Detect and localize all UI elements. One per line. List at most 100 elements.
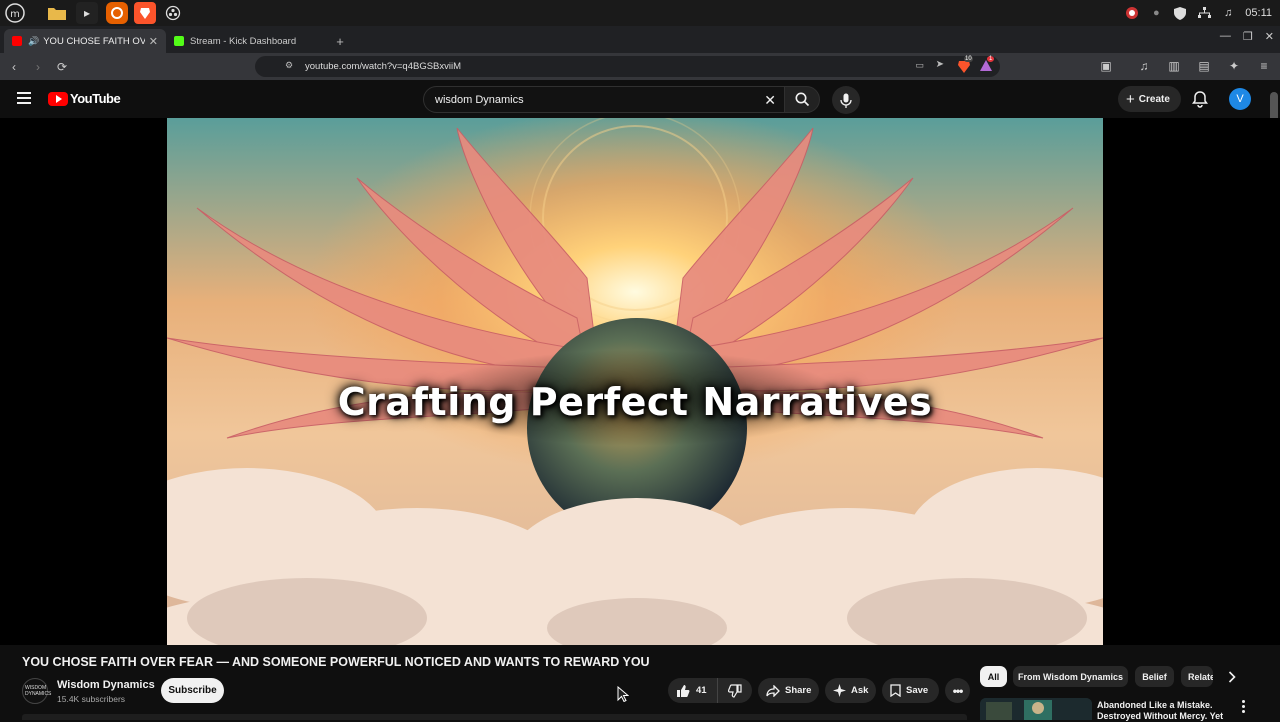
clock[interactable]: 05:11 <box>1245 7 1272 19</box>
toolbar-extensions: ▣ ♫ ▥ ▤ ✦ ≡ <box>1092 56 1274 76</box>
share-button[interactable]: Share <box>758 678 819 703</box>
more-actions-button[interactable]: ••• <box>945 678 970 703</box>
dislike-button[interactable] <box>718 678 752 703</box>
minimize-icon[interactable]: — <box>1220 30 1231 43</box>
like-count: 41 <box>696 685 707 696</box>
shield-tray-icon[interactable] <box>1173 6 1187 20</box>
more-horizontal-icon: ••• <box>952 683 964 698</box>
voice-search-button[interactable] <box>832 86 860 114</box>
linux-mint-menu-icon[interactable]: m <box>4 2 26 24</box>
thumbs-down-icon <box>728 683 742 698</box>
recommendation-menu-icon[interactable] <box>1238 700 1248 714</box>
browser-toolbar: ‹ › ⟳ ⚙ youtube.com/watch?v=q4BGSBxviiM … <box>0 53 1280 80</box>
create-button[interactable]: + Create <box>1118 86 1181 112</box>
search-button[interactable] <box>784 86 820 113</box>
brave-shield-icon[interactable]: 10 <box>956 56 973 74</box>
share-label: Share <box>785 685 812 696</box>
restore-icon[interactable]: ❐ <box>1243 30 1253 43</box>
account-avatar[interactable]: V <box>1229 88 1251 110</box>
youtube-play-logo-icon <box>48 91 68 106</box>
tab-title: Stream - Kick Dashboard <box>190 35 297 47</box>
microphone-icon <box>840 93 852 108</box>
svg-text:m: m <box>10 9 20 20</box>
chip-belief[interactable]: Belief <box>1135 666 1174 687</box>
channel-avatar[interactable]: WISDOM DYNAMICS <box>22 678 52 704</box>
cast-icon[interactable]: ▭ <box>915 60 924 71</box>
forward-icon[interactable]: › <box>28 57 48 77</box>
browser-menu-icon[interactable]: ≡ <box>1254 56 1274 76</box>
youtube-logo[interactable]: YouTube <box>48 91 121 106</box>
create-label: Create <box>1138 93 1170 105</box>
tab-title: YOU CHOSE FAITH OVER F <box>43 35 145 47</box>
url-text[interactable]: youtube.com/watch?v=q4BGSBxviiM <box>305 61 461 72</box>
send-icon[interactable]: ➤ <box>936 59 944 70</box>
brave-rewards-icon[interactable]: 1 <box>978 56 995 74</box>
thumbs-up-icon <box>677 684 690 697</box>
save-label: Save <box>906 685 929 696</box>
like-button[interactable]: 41 <box>668 678 718 703</box>
description-box-edge <box>22 714 967 720</box>
chip-from-channel[interactable]: From Wisdom Dynamics <box>1013 666 1128 687</box>
chip-all[interactable]: All <box>980 666 1007 687</box>
chip-related[interactable]: Relate <box>1181 666 1213 687</box>
like-dislike-group: 41 <box>668 678 752 703</box>
recommendation-thumbnail[interactable] <box>980 698 1092 720</box>
save-button[interactable]: Save <box>882 678 939 703</box>
youtube-header: YouTube ✕ + Create V <box>0 80 1280 118</box>
close-tab-icon[interactable]: ✕ <box>149 35 158 48</box>
brave-icon[interactable] <box>134 2 156 24</box>
tab-youtube[interactable]: 🔊 YOU CHOSE FAITH OVER F ✕ <box>4 29 166 53</box>
channel-subscriber-count: 15.4K subscribers <box>57 694 126 704</box>
subscribe-button[interactable]: Subscribe <box>161 678 224 703</box>
youtube-favicon-icon <box>12 36 22 46</box>
folder-icon[interactable] <box>46 2 68 24</box>
address-bar[interactable]: ⚙ youtube.com/watch?v=q4BGSBxviiM ▭ ➤ 10… <box>255 56 1000 77</box>
video-title: YOU CHOSE FAITH OVER FEAR — AND SOMEONE … <box>22 655 650 669</box>
network-tray-icon[interactable] <box>1197 6 1211 20</box>
os-taskbar: m ▸ ● ♫ 05:11 <box>0 0 1280 26</box>
hamburger-menu-icon[interactable] <box>14 88 34 108</box>
kick-favicon-icon <box>174 36 184 46</box>
speaker-icon: 🔊 <box>28 35 40 46</box>
channel-name[interactable]: Wisdom Dynamics <box>57 679 155 691</box>
wallet-icon[interactable]: ▤ <box>1194 56 1214 76</box>
tab-kick-dashboard[interactable]: Stream - Kick Dashboard <box>166 29 328 53</box>
close-window-icon[interactable]: ✕ <box>1265 30 1274 43</box>
new-tab-button[interactable]: + <box>328 29 352 53</box>
sidebar-icon[interactable]: ▥ <box>1164 56 1184 76</box>
plus-icon: + <box>1126 90 1135 108</box>
shield-badge: 10 <box>964 56 973 62</box>
video-player[interactable]: Crafting Perfect Narratives <box>0 118 1280 645</box>
search-input[interactable] <box>435 93 735 106</box>
screenshot-icon[interactable]: ▣ <box>1096 56 1116 76</box>
obs-icon[interactable] <box>162 2 184 24</box>
sparkle-icon <box>833 684 846 697</box>
record-tray-icon[interactable]: ● <box>1149 6 1163 20</box>
video-overlay-caption: Crafting Perfect Narratives <box>337 380 933 424</box>
chips-next-chevron-icon[interactable] <box>1222 666 1242 687</box>
music-tray-icon[interactable]: ♫ <box>1221 6 1235 20</box>
ask-label: Ask <box>851 685 869 696</box>
save-bookmark-icon <box>890 684 901 697</box>
site-info-icon[interactable]: ⚙ <box>285 60 293 71</box>
search-icon <box>795 92 809 107</box>
clear-search-icon[interactable]: ✕ <box>764 92 776 109</box>
mouse-cursor-icon <box>617 686 629 702</box>
ask-button[interactable]: Ask <box>825 678 876 703</box>
channel-avatar-text: WISDOM DYNAMICS <box>25 685 52 697</box>
reload-icon[interactable]: ⟳ <box>52 57 72 77</box>
window-controls: — ❐ ✕ <box>1220 30 1274 43</box>
browser-tab-strip: 🔊 YOU CHOSE FAITH OVER F ✕ Stream - Kick… <box>0 26 1280 53</box>
playlist-icon[interactable]: ♫ <box>1134 56 1154 76</box>
back-icon[interactable]: ‹ <box>4 57 24 77</box>
firefox-icon[interactable] <box>106 2 128 24</box>
youtube-logo-text: YouTube <box>70 91 121 106</box>
notifications-bell-icon[interactable] <box>1191 90 1209 108</box>
search-box[interactable]: ✕ <box>423 86 785 113</box>
recommendation-title[interactable]: Abandoned Like a Mistake. Destroyed With… <box>1097 700 1227 722</box>
share-icon <box>766 684 780 697</box>
leo-ai-icon[interactable]: ✦ <box>1224 56 1244 76</box>
video-frame[interactable]: Crafting Perfect Narratives <box>167 118 1103 645</box>
terminal-icon[interactable]: ▸ <box>76 2 98 24</box>
obs-tray-icon[interactable] <box>1125 6 1139 20</box>
